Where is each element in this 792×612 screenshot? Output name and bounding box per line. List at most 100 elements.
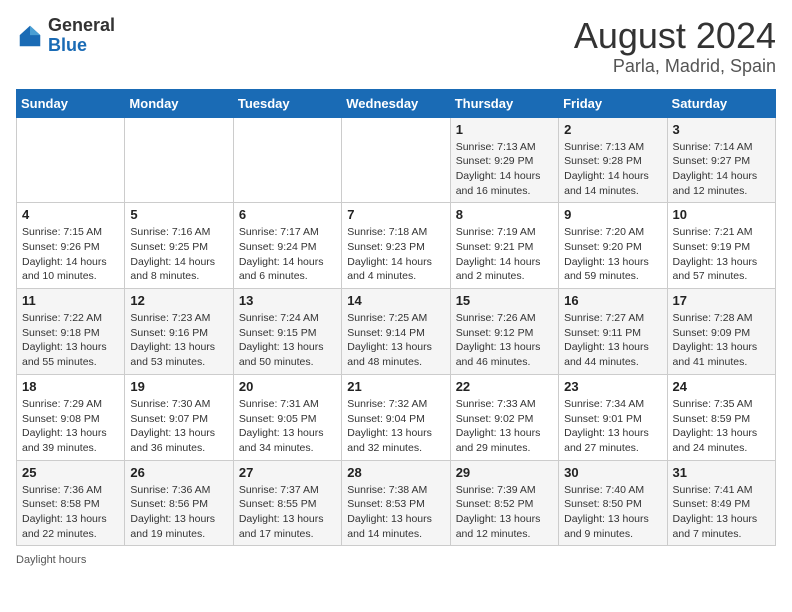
calendar-cell: 5 Sunrise: 7:16 AMSunset: 9:25 PMDaylight… — [125, 203, 233, 289]
calendar-cell: 20 Sunrise: 7:31 AMSunset: 9:05 PMDayligh… — [233, 374, 341, 460]
day-number: 14 — [347, 293, 444, 308]
day-info: Sunrise: 7:14 AMSunset: 9:27 PMDaylight:… — [673, 140, 770, 199]
day-number: 3 — [673, 122, 770, 137]
calendar-cell: 1 Sunrise: 7:13 AMSunset: 9:29 PMDaylight… — [450, 117, 558, 203]
day-number: 24 — [673, 379, 770, 394]
weekday-header-friday: Friday — [559, 89, 667, 117]
weekday-header-tuesday: Tuesday — [233, 89, 341, 117]
calendar-cell: 12 Sunrise: 7:23 AMSunset: 9:16 PMDayligh… — [125, 289, 233, 375]
day-number: 10 — [673, 207, 770, 222]
calendar-cell: 3 Sunrise: 7:14 AMSunset: 9:27 PMDaylight… — [667, 117, 775, 203]
day-number: 11 — [22, 293, 119, 308]
day-number: 25 — [22, 465, 119, 480]
weekday-header-monday: Monday — [125, 89, 233, 117]
calendar-cell: 22 Sunrise: 7:33 AMSunset: 9:02 PMDayligh… — [450, 374, 558, 460]
day-info: Sunrise: 7:19 AMSunset: 9:21 PMDaylight:… — [456, 225, 553, 284]
calendar-cell: 17 Sunrise: 7:28 AMSunset: 9:09 PMDayligh… — [667, 289, 775, 375]
calendar-cell: 10 Sunrise: 7:21 AMSunset: 9:19 PMDayligh… — [667, 203, 775, 289]
day-info: Sunrise: 7:15 AMSunset: 9:26 PMDaylight:… — [22, 225, 119, 284]
day-number: 21 — [347, 379, 444, 394]
calendar-cell: 13 Sunrise: 7:24 AMSunset: 9:15 PMDayligh… — [233, 289, 341, 375]
day-number: 19 — [130, 379, 227, 394]
weekday-header-row: SundayMondayTuesdayWednesdayThursdayFrid… — [17, 89, 776, 117]
day-info: Sunrise: 7:39 AMSunset: 8:52 PMDaylight:… — [456, 483, 553, 542]
day-info: Sunrise: 7:17 AMSunset: 9:24 PMDaylight:… — [239, 225, 336, 284]
day-number: 27 — [239, 465, 336, 480]
day-number: 9 — [564, 207, 661, 222]
calendar-cell: 2 Sunrise: 7:13 AMSunset: 9:28 PMDaylight… — [559, 117, 667, 203]
day-number: 6 — [239, 207, 336, 222]
calendar-cell: 19Sunrise: 7:30 AMSunset: 9:07 PMDayligh… — [125, 374, 233, 460]
calendar-cell: 4Sunrise: 7:15 AMSunset: 9:26 PMDaylight… — [17, 203, 125, 289]
day-info: Sunrise: 7:24 AMSunset: 9:15 PMDaylight:… — [239, 311, 336, 370]
day-info: Sunrise: 7:27 AMSunset: 9:11 PMDaylight:… — [564, 311, 661, 370]
day-number: 16 — [564, 293, 661, 308]
calendar-cell: 21 Sunrise: 7:32 AMSunset: 9:04 PMDayligh… — [342, 374, 450, 460]
day-number: 7 — [347, 207, 444, 222]
day-info: Sunrise: 7:37 AMSunset: 8:55 PMDaylight:… — [239, 483, 336, 542]
day-info: Sunrise: 7:33 AMSunset: 9:02 PMDaylight:… — [456, 397, 553, 456]
day-info: Sunrise: 7:21 AMSunset: 9:19 PMDaylight:… — [673, 225, 770, 284]
page-header: General Blue August 2024 Parla, Madrid, … — [16, 16, 776, 77]
day-number: 18 — [22, 379, 119, 394]
calendar-cell: 28Sunrise: 7:38 AMSunset: 8:53 PMDayligh… — [342, 460, 450, 546]
calendar-cell: 6 Sunrise: 7:17 AMSunset: 9:24 PMDaylight… — [233, 203, 341, 289]
day-info: Sunrise: 7:18 AMSunset: 9:23 PMDaylight:… — [347, 225, 444, 284]
logo-blue: Blue — [48, 35, 87, 55]
day-info: Sunrise: 7:13 AMSunset: 9:28 PMDaylight:… — [564, 140, 661, 199]
weekday-header-wednesday: Wednesday — [342, 89, 450, 117]
day-info: Sunrise: 7:28 AMSunset: 9:09 PMDaylight:… — [673, 311, 770, 370]
day-info: Sunrise: 7:34 AMSunset: 9:01 PMDaylight:… — [564, 397, 661, 456]
logo: General Blue — [16, 16, 115, 56]
footer-note: Daylight hours — [16, 554, 776, 566]
calendar-week-row: 1 Sunrise: 7:13 AMSunset: 9:29 PMDaylight… — [17, 117, 776, 203]
weekday-header-sunday: Sunday — [17, 89, 125, 117]
calendar-cell: 27 Sunrise: 7:37 AMSunset: 8:55 PMDayligh… — [233, 460, 341, 546]
calendar-table: SundayMondayTuesdayWednesdayThursdayFrid… — [16, 89, 776, 547]
day-number: 2 — [564, 122, 661, 137]
calendar-cell: 18 Sunrise: 7:29 AMSunset: 9:08 PMDayligh… — [17, 374, 125, 460]
day-number: 23 — [564, 379, 661, 394]
day-info: Sunrise: 7:32 AMSunset: 9:04 PMDaylight:… — [347, 397, 444, 456]
day-number: 1 — [456, 122, 553, 137]
day-info: Sunrise: 7:31 AMSunset: 9:05 PMDaylight:… — [239, 397, 336, 456]
day-number: 20 — [239, 379, 336, 394]
day-number: 22 — [456, 379, 553, 394]
calendar-cell: 16 Sunrise: 7:27 AMSunset: 9:11 PMDayligh… — [559, 289, 667, 375]
logo-text: General Blue — [48, 16, 115, 56]
day-number: 13 — [239, 293, 336, 308]
day-info: Sunrise: 7:41 AMSunset: 8:49 PMDaylight:… — [673, 483, 770, 542]
day-number: 31 — [673, 465, 770, 480]
day-number: 8 — [456, 207, 553, 222]
calendar-cell: 26Sunrise: 7:36 AMSunset: 8:56 PMDayligh… — [125, 460, 233, 546]
weekday-header-saturday: Saturday — [667, 89, 775, 117]
day-number: 26 — [130, 465, 227, 480]
location-title: Parla, Madrid, Spain — [574, 56, 776, 77]
day-info: Sunrise: 7:23 AMSunset: 9:16 PMDaylight:… — [130, 311, 227, 370]
day-number: 30 — [564, 465, 661, 480]
calendar-cell: 23 Sunrise: 7:34 AMSunset: 9:01 PMDayligh… — [559, 374, 667, 460]
day-info: Sunrise: 7:26 AMSunset: 9:12 PMDaylight:… — [456, 311, 553, 370]
logo-icon — [16, 22, 44, 50]
calendar-cell: 9Sunrise: 7:20 AMSunset: 9:20 PMDaylight… — [559, 203, 667, 289]
day-info: Sunrise: 7:38 AMSunset: 8:53 PMDaylight:… — [347, 483, 444, 542]
day-number: 12 — [130, 293, 227, 308]
day-info: Sunrise: 7:22 AMSunset: 9:18 PMDaylight:… — [22, 311, 119, 370]
month-title: August 2024 — [574, 16, 776, 56]
day-info: Sunrise: 7:36 AMSunset: 8:58 PMDaylight:… — [22, 483, 119, 542]
calendar-cell: 8 Sunrise: 7:19 AMSunset: 9:21 PMDaylight… — [450, 203, 558, 289]
day-number: 17 — [673, 293, 770, 308]
calendar-week-row: 18 Sunrise: 7:29 AMSunset: 9:08 PMDayligh… — [17, 374, 776, 460]
logo-general: General — [48, 15, 115, 35]
day-info: Sunrise: 7:13 AMSunset: 9:29 PMDaylight:… — [456, 140, 553, 199]
calendar-cell: 29 Sunrise: 7:39 AMSunset: 8:52 PMDayligh… — [450, 460, 558, 546]
day-info: Sunrise: 7:29 AMSunset: 9:08 PMDaylight:… — [22, 397, 119, 456]
day-info: Sunrise: 7:16 AMSunset: 9:25 PMDaylight:… — [130, 225, 227, 284]
calendar-cell: 31 Sunrise: 7:41 AMSunset: 8:49 PMDayligh… — [667, 460, 775, 546]
calendar-cell — [17, 117, 125, 203]
daylight-hours-label: Daylight hours — [16, 554, 86, 566]
day-number: 29 — [456, 465, 553, 480]
calendar-cell: 14Sunrise: 7:25 AMSunset: 9:14 PMDayligh… — [342, 289, 450, 375]
calendar-week-row: 25 Sunrise: 7:36 AMSunset: 8:58 PMDayligh… — [17, 460, 776, 546]
day-number: 5 — [130, 207, 227, 222]
